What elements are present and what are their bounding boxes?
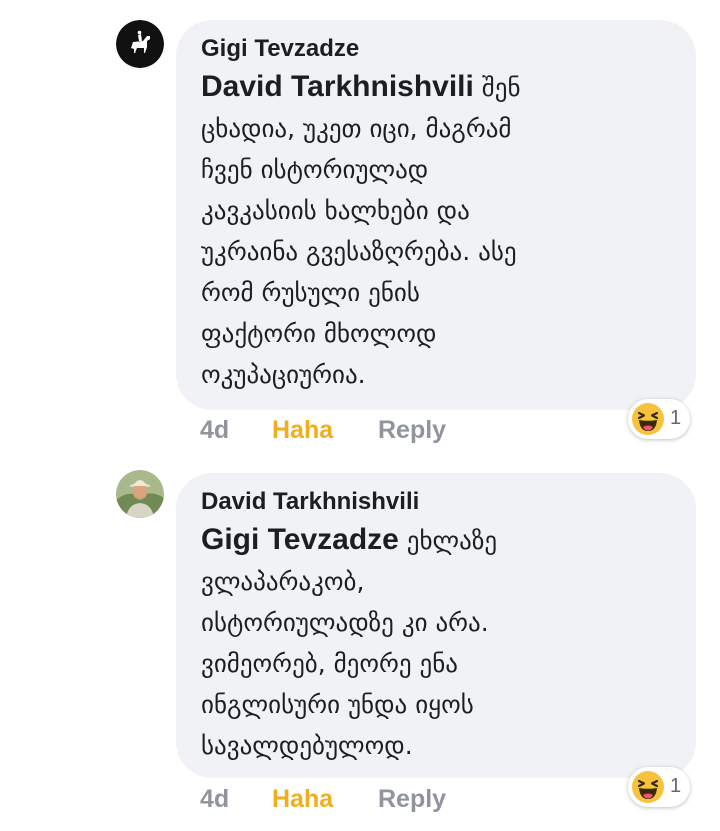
horse-rider-icon — [116, 20, 164, 68]
mention-tag[interactable]: Gigi Tevzadze — [201, 523, 399, 556]
reply-button[interactable]: Reply — [378, 416, 446, 445]
comment-line: ვიმეორებ, მეორე ენა — [201, 649, 458, 678]
reaction-count: 1 — [670, 407, 682, 429]
comment-line: ისტორიულადზე კი არა. — [201, 608, 489, 637]
comment-line: ფაქტორი მხოლოდ — [201, 319, 437, 348]
haha-emoji-icon — [632, 771, 664, 803]
comment-text: David Tarkhnishvili შენ ცხადია, უკეთ იცი,… — [201, 66, 674, 395]
comment-line: ეხლაზე — [398, 526, 498, 555]
haha-reaction-button[interactable]: Haha — [272, 416, 333, 445]
comment-line: ვლაპარაკობ, — [201, 567, 365, 596]
timestamp[interactable]: 4d — [200, 785, 229, 814]
comment-line: კავკასიის ხალხები და — [201, 196, 470, 225]
comment-author[interactable]: David Tarkhnishvili — [201, 487, 674, 519]
comment-line: ოკუპაციურია. — [201, 360, 366, 389]
comment-line: უკრაინა გვესაზღრება. ასე — [201, 237, 517, 266]
reaction-count: 1 — [670, 775, 682, 797]
comment-text: Gigi Tevzadze ეხლაზე ვლაპარაკობ, ისტორიულა… — [201, 519, 674, 766]
mention-tag[interactable]: David Tarkhnishvili — [201, 70, 474, 103]
comment-author[interactable]: Gigi Tevzadze — [201, 34, 674, 66]
haha-reaction-button[interactable]: Haha — [272, 785, 333, 814]
avatar[interactable] — [116, 470, 164, 518]
comment-bubble: David Tarkhnishvili Gigi Tevzadze ეხლაზე… — [176, 473, 696, 778]
comment-bubble: Gigi Tevzadze David Tarkhnishvili შენ ცხა… — [176, 20, 696, 410]
haha-emoji-icon — [632, 403, 664, 435]
reply-button[interactable]: Reply — [378, 785, 446, 814]
comment-line: სავალდებულოდ. — [201, 731, 413, 760]
reaction-summary[interactable]: 1 — [628, 767, 690, 807]
user-photo — [116, 470, 164, 518]
avatar[interactable] — [116, 20, 164, 68]
comment-line: ცხადია, უკეთ იცი, მაგრამ — [201, 114, 512, 143]
comment-line: შენ — [473, 73, 521, 102]
comment-line: ინგლისური უნდა იყოს — [201, 690, 474, 719]
timestamp[interactable]: 4d — [200, 416, 229, 445]
reaction-summary[interactable]: 1 — [628, 399, 690, 439]
comment-line: რომ რუსული ენის — [201, 278, 420, 307]
comment-line: ჩვენ ისტორიულად — [201, 155, 429, 184]
